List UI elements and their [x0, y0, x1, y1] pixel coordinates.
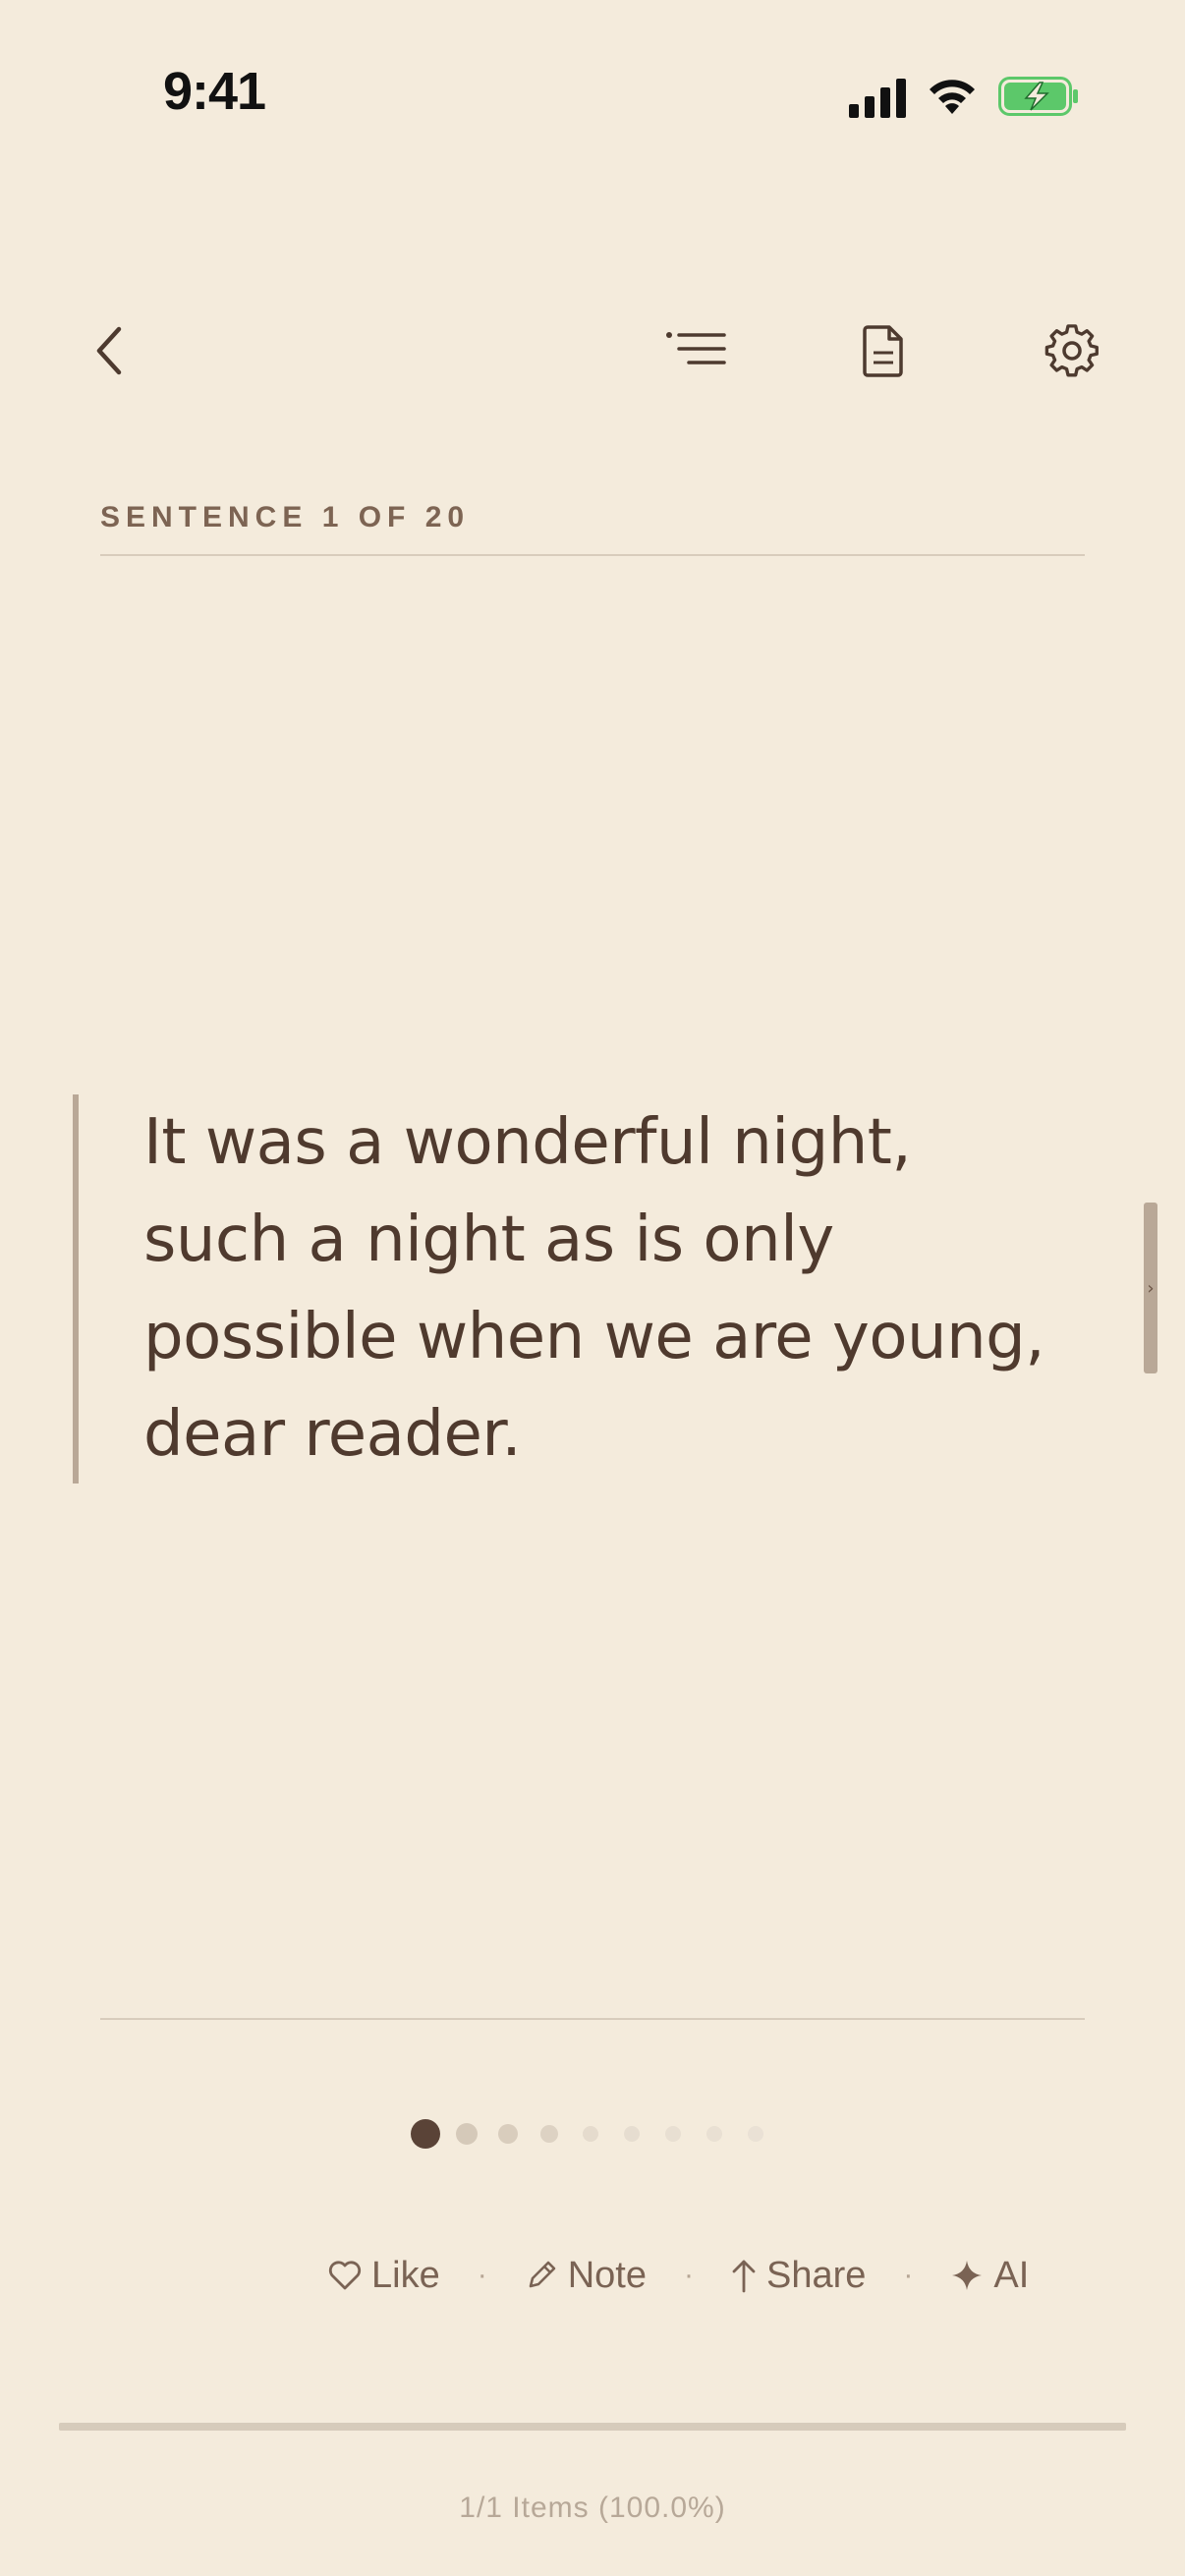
page-dot[interactable]: [498, 2124, 518, 2144]
page-dot[interactable]: [665, 2126, 681, 2142]
ai-button[interactable]: AI: [950, 2255, 1029, 2297]
page-dot[interactable]: [706, 2126, 722, 2142]
list-icon: [666, 332, 726, 364]
chevron-left-icon: [96, 326, 122, 375]
note-label: Note: [567, 2254, 647, 2296]
page-dot[interactable]: [540, 2125, 558, 2143]
status-time: 9:41: [163, 62, 266, 121]
page-dot[interactable]: [748, 2126, 763, 2142]
ai-label: AI: [993, 2254, 1030, 2296]
progress-label: 1/1 Items (100.0%): [459, 2492, 726, 2524]
page-dot[interactable]: [583, 2126, 598, 2142]
wifi-icon: [930, 80, 975, 114]
battery-charging-icon: [998, 77, 1078, 116]
separator: ·: [684, 2259, 694, 2291]
like-label: Like: [371, 2254, 440, 2296]
heart-icon: [328, 2261, 362, 2290]
table-of-contents-button[interactable]: [662, 316, 731, 385]
action-bar: Like · Note · Share · AI: [328, 2246, 1029, 2305]
note-button[interactable]: Note: [525, 2255, 647, 2297]
separator: ·: [903, 2259, 914, 2291]
sparkle-icon: [950, 2259, 984, 2292]
divider-top: [100, 554, 1085, 556]
gear-icon: [1044, 324, 1099, 377]
back-button[interactable]: [75, 316, 143, 385]
page-dot[interactable]: [456, 2123, 478, 2145]
page-dot-active[interactable]: [411, 2119, 440, 2149]
side-drawer-handle[interactable]: ›: [1144, 1203, 1157, 1373]
reading-progress-fill: [59, 2423, 1126, 2431]
sentence-text: It was a wonderful night, such a night a…: [143, 1106, 1045, 1471]
cellular-signal-icon: [849, 79, 906, 118]
page-indicator[interactable]: [411, 2118, 789, 2150]
chevron-right-icon: ›: [1147, 1277, 1155, 1299]
reading-progress-bar: [59, 2423, 1126, 2431]
page-dot[interactable]: [624, 2126, 640, 2142]
divider-bottom: [100, 2018, 1085, 2020]
share-button[interactable]: Share: [731, 2255, 866, 2297]
separator: ·: [477, 2259, 487, 2291]
arrow-up-icon: [731, 2258, 757, 2293]
sentence-counter: SENTENCE 1 OF 20: [100, 501, 471, 533]
document-icon: [863, 325, 903, 377]
document-button[interactable]: [849, 316, 918, 385]
pencil-icon: [525, 2259, 558, 2292]
quote-accent-bar: [73, 1094, 79, 1484]
like-button[interactable]: Like: [328, 2255, 440, 2297]
share-label: Share: [766, 2254, 867, 2296]
settings-button[interactable]: [1038, 316, 1106, 385]
